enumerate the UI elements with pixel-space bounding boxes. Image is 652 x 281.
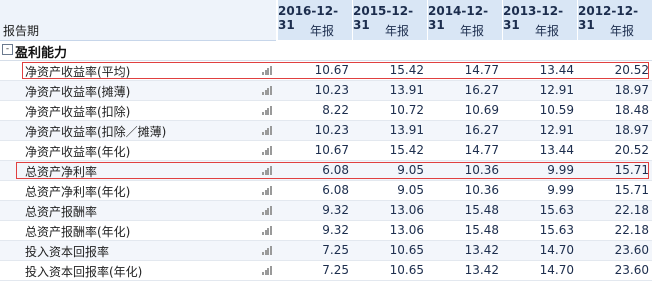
period-column-header[interactable]: 2014-12-31 年报	[427, 0, 502, 40]
bar-chart-icon[interactable]	[262, 85, 272, 95]
period-type: 年报	[384, 24, 409, 38]
table-row[interactable]: 净资产收益率(年化) 10.67 15.42 14.77 13.44 20.52	[0, 141, 652, 161]
metric-value: 14.77	[464, 143, 499, 157]
period-type: 年报	[534, 24, 559, 38]
metric-value: 14.70	[539, 243, 574, 257]
metric-value: 8.22	[322, 103, 349, 117]
metric-name: 净资产收益率(摊薄)	[25, 85, 131, 99]
highlight-outline	[22, 62, 649, 79]
metric-value: 23.60	[614, 263, 649, 277]
period-type: 年报	[609, 24, 634, 38]
metric-value: 10.72	[389, 103, 424, 117]
metric-value: 7.25	[322, 243, 349, 257]
metric-name: 总资产报酬率	[25, 205, 98, 219]
metric-value: 15.71	[614, 183, 649, 197]
table-row[interactable]: 净资产收益率(扣除／摊薄) 10.23 13.91 16.27 12.91 18.97	[0, 121, 652, 141]
metric-name: 总资产报酬率(年化)	[25, 225, 131, 239]
table-row[interactable]: 投入资本回报率 7.25 10.65 13.42 14.70 23.60	[0, 241, 652, 261]
metric-value: 9.32	[322, 203, 349, 217]
metric-value: 9.05	[397, 183, 424, 197]
metric-name: 投入资本回报率(年化)	[25, 265, 143, 279]
metric-name: 净资产收益率(年化)	[25, 145, 131, 159]
bar-chart-icon[interactable]	[262, 205, 272, 215]
period-label-cell: 报告期	[0, 0, 276, 41]
bar-chart-icon[interactable]	[262, 145, 272, 155]
metric-value: 13.06	[389, 223, 424, 237]
period-column-header[interactable]: 2013-12-31 年报	[502, 0, 577, 40]
financial-table: 报告期 2016-12-31 年报 2015-12-31 年报 2014-12-31 年报…	[0, 0, 652, 281]
collapse-toggle-icon[interactable]: -	[2, 44, 13, 55]
metric-value: 15.48	[464, 203, 499, 217]
section-title: 盈利能力	[15, 46, 68, 61]
table-row[interactable]: 投入资本回报率(年化) 7.25 10.65 13.42 14.70 23.60	[0, 261, 652, 281]
metric-name: 总资产净利率(年化)	[25, 185, 131, 199]
metric-value: 9.99	[547, 183, 574, 197]
metric-value: 10.67	[314, 143, 349, 157]
highlight-outline	[16, 162, 649, 179]
metric-value: 13.91	[389, 123, 424, 137]
metric-value: 14.70	[539, 263, 574, 277]
metric-value: 23.60	[614, 243, 649, 257]
metric-value: 13.91	[389, 83, 424, 97]
bar-chart-icon[interactable]	[262, 125, 272, 135]
metric-value: 10.59	[539, 103, 574, 117]
metric-value: 15.63	[539, 203, 574, 217]
period-column-header[interactable]: 2016-12-31 年报	[277, 0, 352, 40]
metric-value: 12.91	[539, 83, 574, 97]
metric-value: 12.91	[539, 123, 574, 137]
metric-value: 10.65	[389, 263, 424, 277]
metric-value: 10.23	[314, 83, 349, 97]
metric-value: 10.65	[389, 243, 424, 257]
period-type: 年报	[309, 24, 334, 38]
section-profitability[interactable]: - 盈利能力	[0, 40, 652, 61]
metric-value: 22.18	[614, 223, 649, 237]
metric-value: 15.42	[389, 143, 424, 157]
metric-value: 13.44	[539, 143, 574, 157]
period-column-header[interactable]: 2012-12-31 年报	[577, 0, 652, 40]
metric-value: 15.48	[464, 223, 499, 237]
period-label: 报告期	[3, 24, 40, 38]
metric-value: 18.97	[614, 123, 649, 137]
metric-name: 净资产收益率(扣除／摊薄)	[25, 125, 167, 139]
metric-value: 6.08	[322, 183, 349, 197]
period-type: 年报	[459, 24, 484, 38]
bar-chart-icon[interactable]	[262, 245, 272, 255]
metric-value: 7.25	[322, 263, 349, 277]
table-row[interactable]: 总资产净利率 6.08 9.05 10.36 9.99 15.71	[0, 161, 652, 181]
bar-chart-icon[interactable]	[262, 105, 272, 115]
metric-value: 10.36	[464, 183, 499, 197]
table-row[interactable]: 净资产收益率(扣除) 8.22 10.72 10.69 10.59 18.48	[0, 101, 652, 121]
period-column-header[interactable]: 2015-12-31 年报	[352, 0, 427, 40]
metric-value: 9.32	[322, 223, 349, 237]
table-row[interactable]: 总资产报酬率(年化) 9.32 13.06 15.48 15.63 22.18	[0, 221, 652, 241]
table-row[interactable]: 净资产收益率(平均) 10.67 15.42 14.77 13.44 20.52	[0, 61, 652, 81]
metric-value: 16.27	[464, 123, 499, 137]
metric-value: 13.42	[464, 243, 499, 257]
table-row[interactable]: 净资产收益率(摊薄) 10.23 13.91 16.27 12.91 18.97	[0, 81, 652, 101]
metric-value: 15.63	[539, 223, 574, 237]
metric-value: 18.48	[614, 103, 649, 117]
bar-chart-icon[interactable]	[262, 265, 272, 275]
metric-value: 18.97	[614, 83, 649, 97]
metric-value: 22.18	[614, 203, 649, 217]
metric-name: 净资产收益率(扣除)	[25, 105, 131, 119]
metric-value: 16.27	[464, 83, 499, 97]
metric-name: 投入资本回报率	[25, 245, 110, 259]
metric-value: 10.23	[314, 123, 349, 137]
table-row[interactable]: 总资产报酬率 9.32 13.06 15.48 15.63 22.18	[0, 201, 652, 221]
metric-value: 13.06	[389, 203, 424, 217]
table-header: 报告期 2016-12-31 年报 2015-12-31 年报 2014-12-31 年报…	[0, 0, 652, 41]
bar-chart-icon[interactable]	[262, 185, 272, 195]
bar-chart-icon[interactable]	[262, 225, 272, 235]
metric-value: 13.42	[464, 263, 499, 277]
metric-value: 20.52	[614, 143, 649, 157]
metric-value: 10.69	[464, 103, 499, 117]
table-row[interactable]: 总资产净利率(年化) 6.08 9.05 10.36 9.99 15.71	[0, 181, 652, 201]
